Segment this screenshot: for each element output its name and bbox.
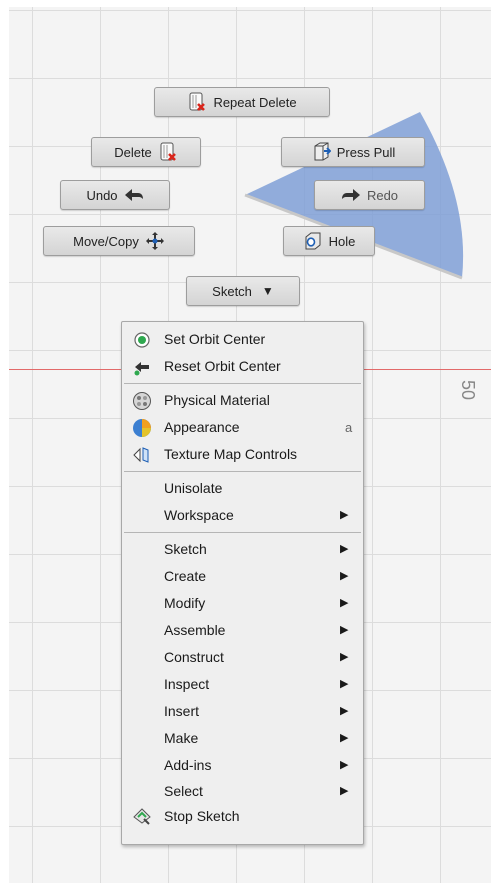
menu-item-unisolate[interactable]: Unisolate bbox=[122, 475, 363, 502]
hole-button[interactable]: Hole bbox=[283, 226, 375, 256]
menu-separator bbox=[124, 471, 361, 472]
sketch-label: Sketch bbox=[212, 283, 252, 299]
redo-arrow-icon bbox=[341, 184, 361, 206]
menu-item-sketch[interactable]: Sketch ▶ bbox=[122, 536, 363, 563]
menu-item-add-ins[interactable]: Add-ins ▶ bbox=[122, 752, 363, 779]
submenu-arrow-icon: ▶ bbox=[340, 509, 349, 521]
redo-button[interactable]: Redo bbox=[314, 180, 425, 210]
press-pull-icon bbox=[311, 141, 331, 163]
hole-label: Hole bbox=[328, 233, 356, 249]
menu-item-assemble[interactable]: Assemble ▶ bbox=[122, 617, 363, 644]
shortcut-key: a bbox=[345, 420, 353, 435]
menu-item-reset-orbit-center[interactable]: Reset Orbit Center bbox=[122, 353, 363, 380]
menu-item-modify[interactable]: Modify ▶ bbox=[122, 590, 363, 617]
repeat-delete-label: Repeat Delete bbox=[213, 94, 297, 110]
delete-button[interactable]: Delete bbox=[91, 137, 201, 167]
undo-arrow-icon bbox=[124, 184, 144, 206]
texture-map-icon bbox=[132, 445, 152, 465]
submenu-arrow-icon: ▶ bbox=[340, 678, 349, 690]
reset-orbit-icon bbox=[132, 357, 152, 377]
menu-item-select[interactable]: Select ▶ bbox=[122, 779, 363, 804]
menu-separator bbox=[124, 532, 361, 533]
press-pull-label: Press Pull bbox=[336, 144, 396, 160]
menu-item-construct[interactable]: Construct ▶ bbox=[122, 644, 363, 671]
delete-label: Delete bbox=[114, 144, 152, 160]
menu-item-inspect[interactable]: Inspect ▶ bbox=[122, 671, 363, 698]
delete-icon bbox=[187, 91, 207, 113]
menu-separator bbox=[124, 383, 361, 384]
repeat-delete-button[interactable]: Repeat Delete bbox=[154, 87, 330, 117]
redo-label: Redo bbox=[366, 187, 399, 203]
menu-item-workspace[interactable]: Workspace ▶ bbox=[122, 502, 363, 529]
context-menu: Set Orbit Center Reset Orbit Center Phys… bbox=[121, 321, 364, 845]
menu-item-set-orbit-center[interactable]: Set Orbit Center bbox=[122, 326, 363, 353]
submenu-arrow-icon: ▶ bbox=[340, 624, 349, 636]
submenu-arrow-icon: ▶ bbox=[340, 543, 349, 555]
appearance-icon bbox=[132, 418, 152, 438]
submenu-arrow-icon: ▶ bbox=[340, 570, 349, 582]
menu-item-insert[interactable]: Insert ▶ bbox=[122, 698, 363, 725]
submenu-arrow-icon: ▶ bbox=[340, 759, 349, 771]
axis-dimension-label: 50 bbox=[458, 380, 478, 401]
press-pull-button[interactable]: Press Pull bbox=[281, 137, 425, 167]
physical-material-icon bbox=[132, 391, 152, 411]
menu-item-appearance[interactable]: Appearance a bbox=[122, 414, 363, 441]
submenu-arrow-icon: ▶ bbox=[340, 785, 349, 797]
move-copy-button[interactable]: Move/Copy bbox=[43, 226, 195, 256]
move-copy-label: Move/Copy bbox=[73, 233, 139, 249]
move-icon bbox=[145, 230, 165, 252]
hole-icon bbox=[303, 230, 323, 252]
sketch-dropdown-button[interactable]: Sketch ▼ bbox=[186, 276, 300, 306]
submenu-arrow-icon: ▶ bbox=[340, 651, 349, 663]
submenu-arrow-icon: ▶ bbox=[340, 732, 349, 744]
delete-icon bbox=[158, 141, 178, 163]
menu-item-texture-map-controls[interactable]: Texture Map Controls bbox=[122, 441, 363, 468]
menu-item-physical-material[interactable]: Physical Material bbox=[122, 387, 363, 414]
submenu-arrow-icon: ▶ bbox=[340, 597, 349, 609]
undo-label: Undo bbox=[86, 187, 118, 203]
menu-item-make[interactable]: Make ▶ bbox=[122, 725, 363, 752]
undo-button[interactable]: Undo bbox=[60, 180, 170, 210]
submenu-arrow-icon: ▶ bbox=[340, 705, 349, 717]
dropdown-triangle-icon: ▼ bbox=[261, 284, 274, 298]
stop-sketch-icon bbox=[132, 806, 152, 826]
orbit-center-icon bbox=[132, 330, 152, 350]
menu-item-stop-sketch[interactable]: Stop Sketch bbox=[122, 804, 363, 829]
menu-item-create[interactable]: Create ▶ bbox=[122, 563, 363, 590]
